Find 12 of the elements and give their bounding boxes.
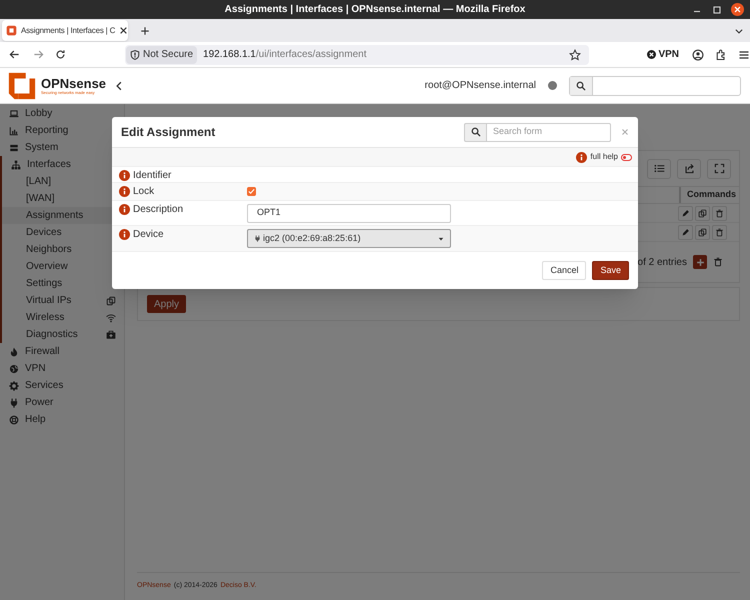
field-label: Identifier: [133, 170, 172, 181]
brand-name: OPNsense: [41, 76, 106, 90]
tab-title: Assignments | Interfaces | C: [21, 24, 116, 36]
column-header: Commands: [679, 187, 739, 203]
field-label: Device: [133, 229, 164, 240]
pagination-info: of 2 entries: [638, 256, 687, 270]
modal-title: Edit Assignment: [121, 124, 216, 141]
full-help-label: full help: [590, 151, 618, 163]
window-title: Assignments | Interfaces | OPNsense.internal — Mozilla Firefox: [224, 3, 526, 17]
field-label: Description: [133, 204, 184, 215]
field-label: Lock: [133, 186, 154, 197]
url-text: 192.168.1.1/ui/interfaces/assignment: [203, 48, 366, 62]
